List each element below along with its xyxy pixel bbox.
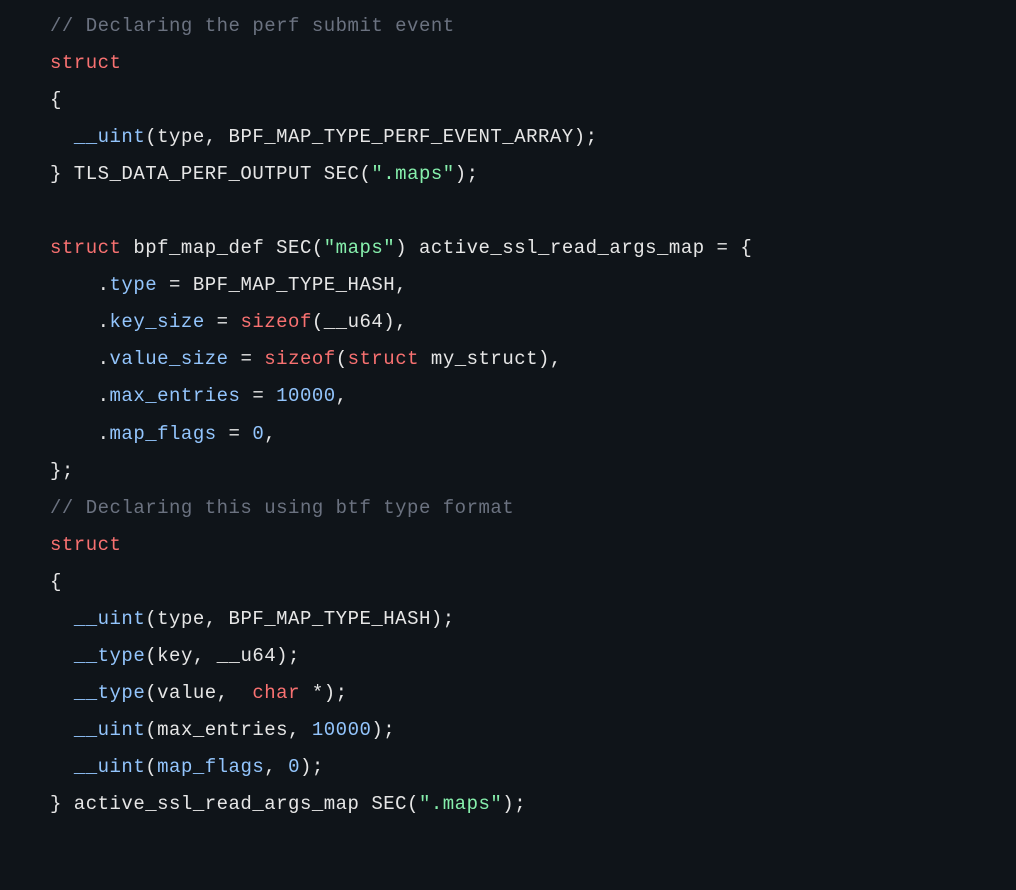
code-token-default — [50, 719, 74, 741]
code-token-default — [50, 682, 74, 704]
code-token-property: value_size — [110, 348, 229, 370]
code-token-keyword: struct — [50, 237, 121, 259]
code-line: // Declaring the perf submit event — [50, 8, 1016, 45]
code-line: } TLS_DATA_PERF_OUTPUT SEC(".maps"); — [50, 156, 1016, 193]
code-token-default — [50, 756, 74, 778]
code-token-number: 0 — [252, 423, 264, 445]
code-token-number: 0 — [288, 756, 300, 778]
code-token-default: *); — [300, 682, 348, 704]
code-token-default: ); — [502, 793, 526, 815]
code-line: __uint(type, BPF_MAP_TYPE_PERF_EVENT_ARR… — [50, 119, 1016, 156]
code-token-keyword: struct — [348, 348, 419, 370]
code-token-comment: // Declaring the perf submit event — [50, 15, 455, 37]
code-token-property: map_flags — [110, 423, 217, 445]
code-token-property: key_size — [110, 311, 205, 333]
code-token-number: 10000 — [312, 719, 372, 741]
code-line: } active_ssl_read_args_map SEC(".maps"); — [50, 786, 1016, 823]
code-line: struct — [50, 527, 1016, 564]
code-token-default — [50, 608, 74, 630]
code-token-type: char — [252, 682, 300, 704]
code-token-default: = BPF_MAP_TYPE_HASH, — [157, 274, 407, 296]
code-token-default: = — [240, 385, 276, 407]
code-line: .max_entries = 10000, — [50, 378, 1016, 415]
code-token-default: { — [50, 571, 62, 593]
code-line: { — [50, 564, 1016, 601]
code-line: .key_size = sizeof(__u64), — [50, 304, 1016, 341]
code-token-function: __type — [74, 682, 145, 704]
code-token-default: ); — [300, 756, 324, 778]
code-line: .type = BPF_MAP_TYPE_HASH, — [50, 267, 1016, 304]
code-token-default: ( — [145, 756, 157, 778]
code-line — [50, 193, 1016, 230]
code-token-default: = — [217, 423, 253, 445]
code-line: // Declaring this using btf type format — [50, 490, 1016, 527]
code-token-default: bpf_map_def SEC( — [121, 237, 323, 259]
code-token-function: __type — [74, 645, 145, 667]
code-line: __type(value, char *); — [50, 675, 1016, 712]
code-token-type: sizeof — [240, 311, 311, 333]
code-line: struct bpf_map_def SEC("maps") active_ss… — [50, 230, 1016, 267]
code-token-default: (max_entries, — [145, 719, 312, 741]
code-token-type: sizeof — [264, 348, 335, 370]
code-token-default: (type, BPF_MAP_TYPE_HASH); — [145, 608, 454, 630]
code-token-default: ( — [336, 348, 348, 370]
code-token-number: 10000 — [276, 385, 336, 407]
code-token-default: = — [205, 311, 241, 333]
code-token-comment: // Declaring this using btf type format — [50, 497, 514, 519]
code-token-default — [50, 645, 74, 667]
code-token-default: }; — [50, 460, 74, 482]
code-token-default: (key, __u64); — [145, 645, 300, 667]
code-token-string: ".maps" — [419, 793, 502, 815]
code-line: __uint(type, BPF_MAP_TYPE_HASH); — [50, 601, 1016, 638]
code-token-keyword: struct — [50, 52, 121, 74]
code-token-default: { — [50, 89, 62, 111]
code-token-default: (__u64), — [312, 311, 407, 333]
code-token-default — [50, 200, 62, 222]
code-token-default: } active_ssl_read_args_map SEC( — [50, 793, 419, 815]
code-token-default: } TLS_DATA_PERF_OUTPUT SEC( — [50, 163, 371, 185]
code-token-default: . — [50, 423, 110, 445]
code-token-default: ); — [371, 719, 395, 741]
code-token-default: ); — [455, 163, 479, 185]
code-token-function: __uint — [74, 719, 145, 741]
code-line: .value_size = sizeof(struct my_struct), — [50, 341, 1016, 378]
code-block: // Declaring the perf submit event struct… — [50, 8, 1016, 823]
code-token-property: map_flags — [157, 756, 264, 778]
code-line: { — [50, 82, 1016, 119]
code-token-default: my_struct), — [419, 348, 562, 370]
code-token-default: . — [50, 311, 110, 333]
code-token-default: . — [50, 348, 110, 370]
code-token-string: ".maps" — [371, 163, 454, 185]
code-token-function: __uint — [74, 608, 145, 630]
code-token-default: , — [264, 756, 288, 778]
code-token-string: "maps" — [324, 237, 395, 259]
code-token-default: . — [50, 274, 110, 296]
code-token-default: , — [264, 423, 276, 445]
code-line: struct — [50, 45, 1016, 82]
code-line: .map_flags = 0, — [50, 416, 1016, 453]
code-line: __uint(map_flags, 0); — [50, 749, 1016, 786]
code-line: }; — [50, 453, 1016, 490]
code-token-default: = — [229, 348, 265, 370]
code-token-property: type — [110, 274, 158, 296]
code-line: __type(key, __u64); — [50, 638, 1016, 675]
code-token-property: max_entries — [110, 385, 241, 407]
code-token-function: __uint — [74, 756, 145, 778]
code-token-default: ) active_ssl_read_args_map = { — [395, 237, 752, 259]
code-token-default — [50, 126, 74, 148]
code-token-default: (value, — [145, 682, 252, 704]
code-token-default: . — [50, 385, 110, 407]
code-token-function: __uint — [74, 126, 145, 148]
code-token-default: (type, BPF_MAP_TYPE_PERF_EVENT_ARRAY); — [145, 126, 597, 148]
code-line: __uint(max_entries, 10000); — [50, 712, 1016, 749]
code-token-keyword: struct — [50, 534, 121, 556]
code-token-default: , — [336, 385, 348, 407]
